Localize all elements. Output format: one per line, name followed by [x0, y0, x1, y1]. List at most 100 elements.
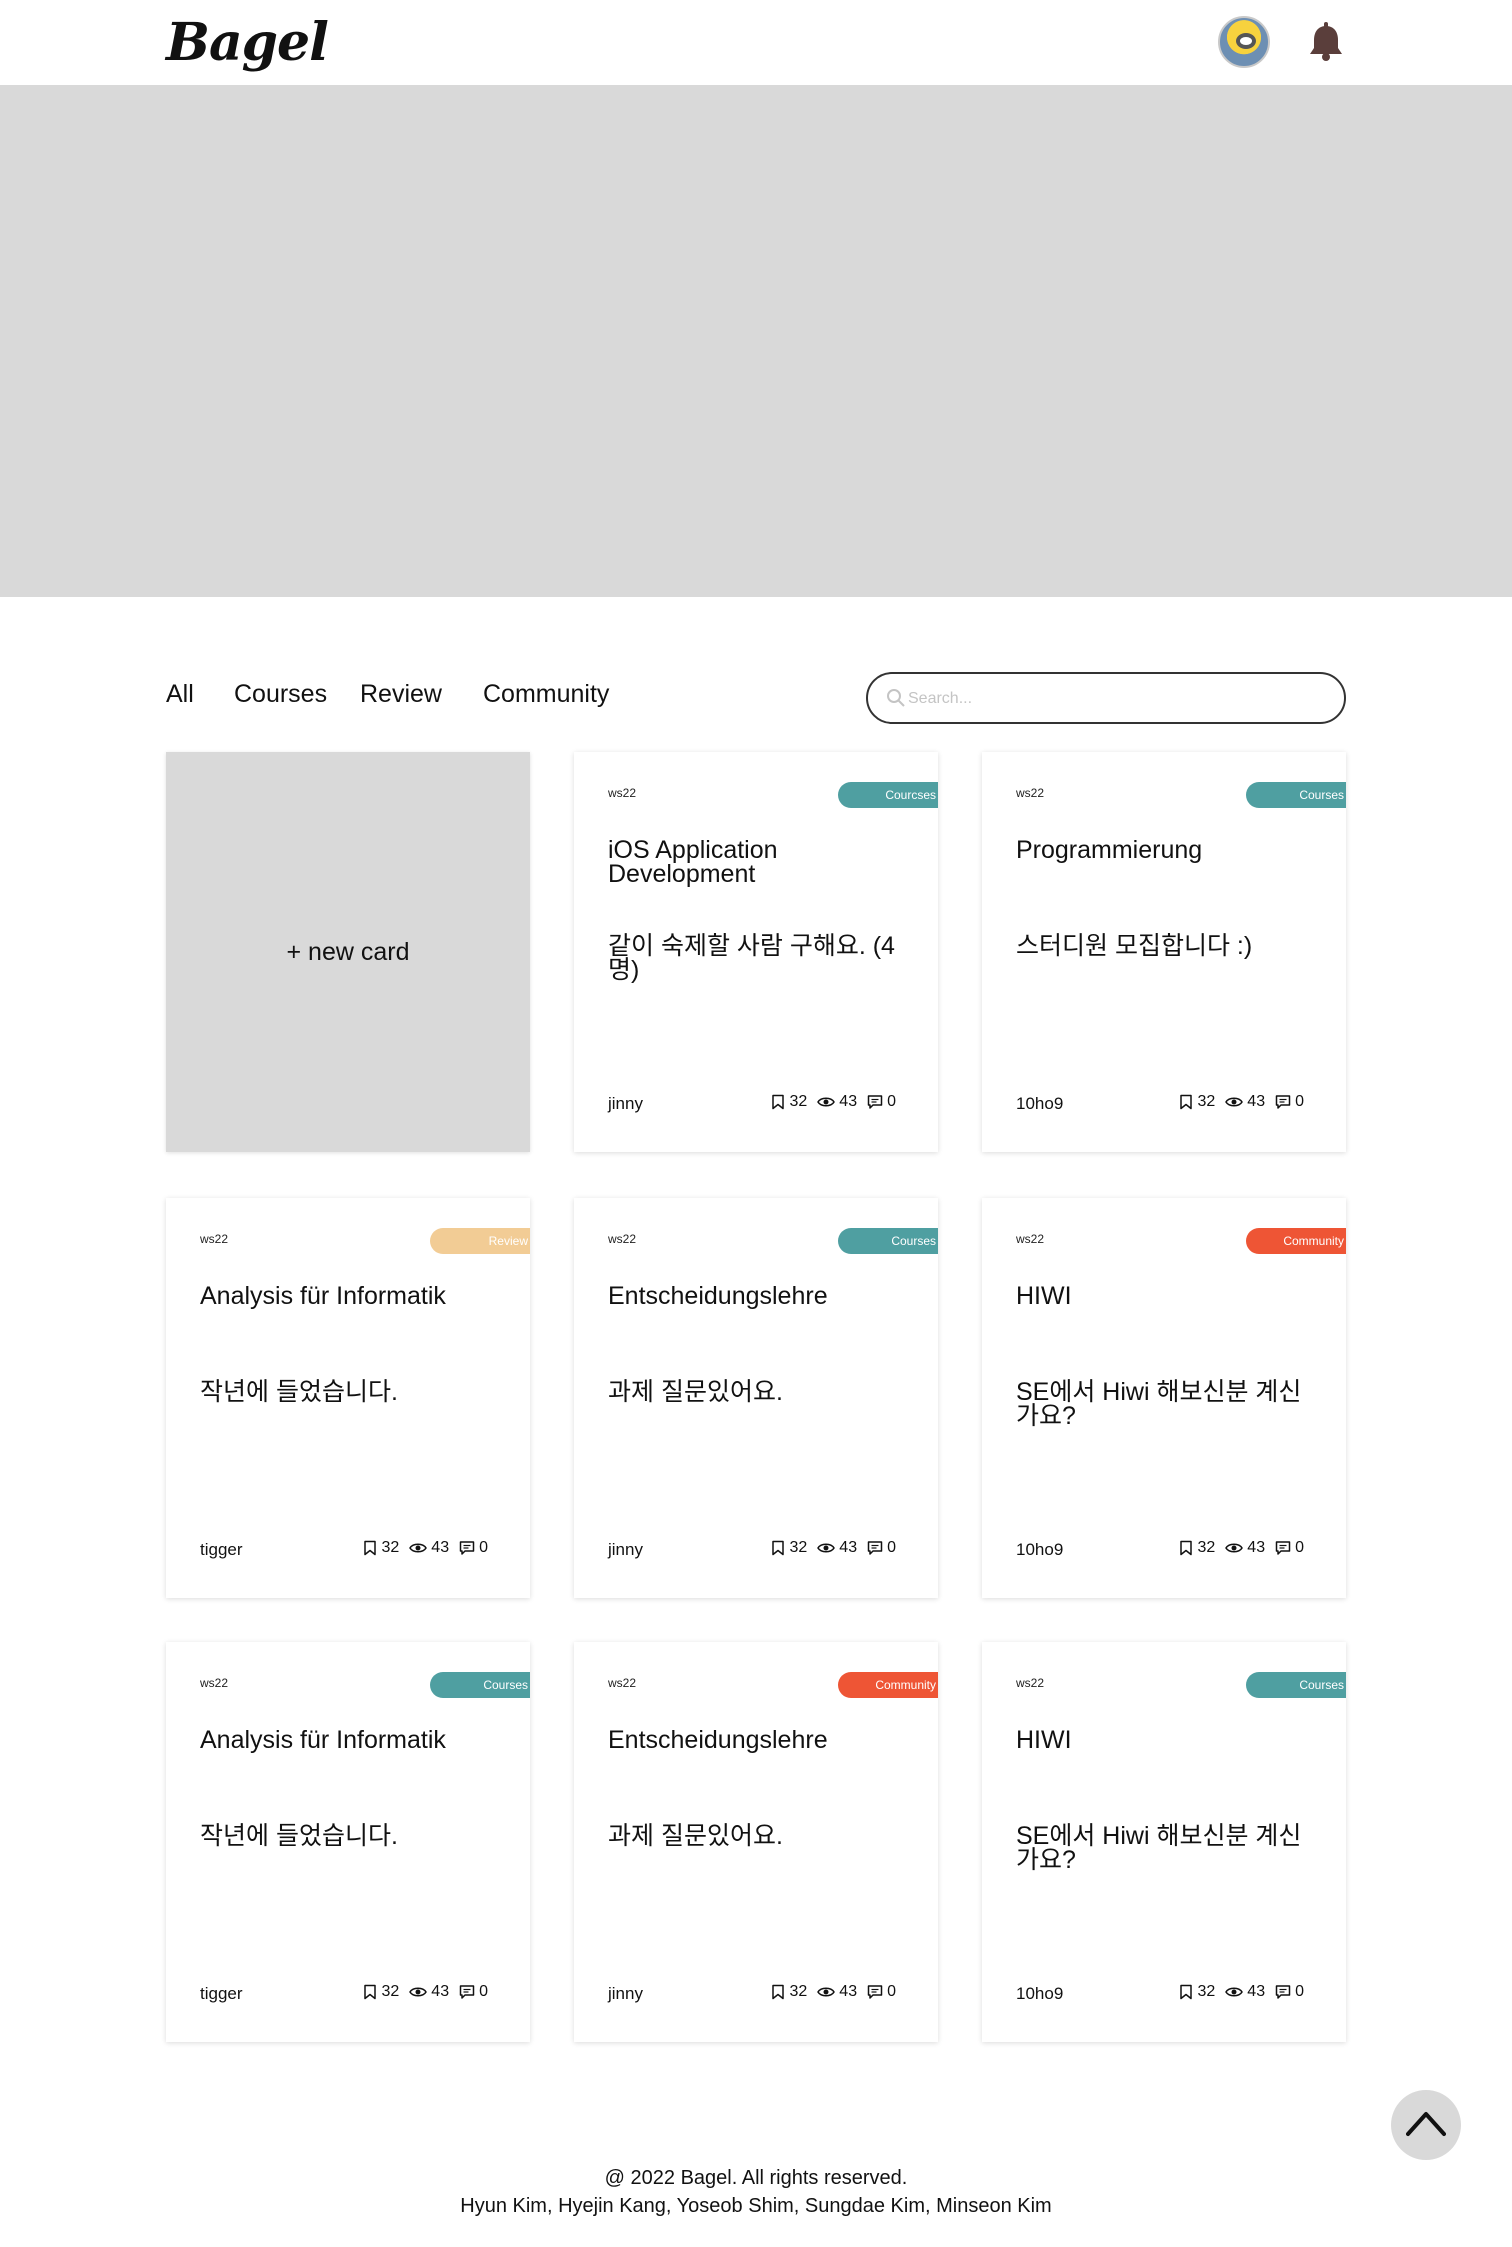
tab-all[interactable]: All: [166, 680, 194, 709]
authors-text: Hyun Kim, Hyejin Kang, Yoseob Shim, Sung…: [460, 2195, 1052, 2217]
post-card[interactable]: ws22 Community Entscheidungslehre 과제 질문있어요.…: [574, 1642, 938, 2042]
post-card[interactable]: ws22 Community HIWI SE에서 Hiwi 해보신분 계신가요? 10h…: [982, 1198, 1346, 1598]
card-term: ws22: [1016, 786, 1045, 800]
card-author: jinny: [608, 1540, 643, 1559]
comment-count: 0: [479, 1539, 488, 1556]
card-term: ws22: [200, 1232, 229, 1246]
bookmark-icon: [771, 1540, 784, 1556]
card-category-badge: Community: [1246, 1228, 1346, 1254]
card-term: ws22: [200, 1676, 229, 1690]
comment-count: 0: [887, 1093, 896, 1110]
copyright-text: @ 2022 Bagel. All rights reserved.: [604, 2167, 908, 2189]
view-count: 43: [1247, 1093, 1266, 1110]
eye-icon: [409, 1543, 428, 1553]
view-count: 43: [839, 1093, 858, 1110]
card-body: 과제 질문있어요.: [608, 1378, 783, 1406]
bookmark-count: 32: [1197, 1539, 1216, 1556]
card-title: Analysis für Informatik: [200, 1726, 446, 1754]
card-stats: 32 43 0: [770, 1093, 896, 1111]
card-body: SE에서 Hiwi 해보신분 계신가요?: [1016, 1378, 1302, 1430]
view-count: 43: [839, 1983, 858, 2000]
search-input[interactable]: [908, 684, 1328, 714]
bookmark-count: 32: [789, 1093, 808, 1110]
card-category-badge: Courses: [1246, 782, 1346, 808]
card-title: HIWI: [1016, 1726, 1072, 1754]
comment-icon: [1275, 1095, 1291, 1109]
bookmark-icon: [363, 1540, 376, 1556]
hero-banner: [0, 85, 1512, 597]
bookmark-count: 32: [381, 1539, 400, 1556]
tab-courses[interactable]: Courses: [234, 680, 327, 709]
card-author: 10ho9: [1016, 1540, 1064, 1559]
card-body: 같이 숙제할 사람 구해요. (4명): [608, 932, 895, 984]
comment-icon: [867, 1541, 883, 1555]
bookmark-icon: [1179, 1984, 1192, 2000]
post-card[interactable]: ws22 Courses Analysis für Informatik 작년에 들었…: [166, 1642, 530, 2042]
scroll-to-top-button[interactable]: [1391, 2090, 1461, 2160]
card-title: Entscheidungslehre: [608, 1726, 828, 1754]
bookmark-count: 32: [1197, 1983, 1216, 2000]
view-count: 43: [1247, 1539, 1266, 1556]
post-card[interactable]: ws22 Courcses iOS Application Development 같…: [574, 752, 938, 1152]
card-stats: 32 43 0: [1178, 1093, 1304, 1111]
search-icon: [887, 689, 905, 707]
card-stats: 32 43 0: [770, 1539, 896, 1557]
eye-icon: [1225, 1097, 1244, 1107]
post-card[interactable]: ws22 Courses Entscheidungslehre 과제 질문있어요. ji…: [574, 1198, 938, 1598]
card-category-badge: Courses: [430, 1672, 530, 1698]
view-count: 43: [1247, 1983, 1266, 2000]
comment-count: 0: [887, 1539, 896, 1556]
post-card[interactable]: ws22 Courses HIWI SE에서 Hiwi 해보신분 계신가요? 10ho9…: [982, 1642, 1346, 2042]
user-avatar[interactable]: [1218, 16, 1270, 68]
post-card[interactable]: ws22 Courses Programmierung 스터디원 모집합니다 :) 10…: [982, 752, 1346, 1152]
avatar-goggle: [1236, 33, 1256, 49]
comment-icon: [459, 1985, 475, 1999]
comment-count: 0: [479, 1983, 488, 2000]
comment-count: 0: [1295, 1983, 1304, 2000]
bookmark-count: 32: [789, 1539, 808, 1556]
new-card-button[interactable]: + new card: [166, 752, 530, 1152]
comment-icon: [1275, 1985, 1291, 1999]
card-stats: 32 43 0: [362, 1539, 488, 1557]
card-term: ws22: [608, 786, 637, 800]
bell-icon[interactable]: [1308, 22, 1344, 62]
tab-community[interactable]: Community: [483, 680, 609, 709]
eye-icon: [817, 1987, 836, 1997]
card-stats: 32 43 0: [770, 1983, 896, 2001]
view-count: 43: [431, 1539, 450, 1556]
card-category-badge: Community: [838, 1672, 938, 1698]
comment-count: 0: [1295, 1539, 1304, 1556]
card-term: ws22: [608, 1676, 637, 1690]
tab-review[interactable]: Review: [360, 680, 442, 709]
eye-icon: [817, 1097, 836, 1107]
card-title: HIWI: [1016, 1282, 1072, 1310]
eye-icon: [409, 1987, 428, 1997]
card-author: 10ho9: [1016, 1094, 1064, 1113]
card-title: iOS Application Development: [608, 836, 778, 888]
bookmark-icon: [1179, 1094, 1192, 1110]
bookmark-icon: [363, 1984, 376, 2000]
card-title: Programmierung: [1016, 836, 1203, 864]
comment-count: 0: [1295, 1093, 1304, 1110]
bookmark-icon: [771, 1984, 784, 2000]
card-author: jinny: [608, 1094, 643, 1113]
card-body: SE에서 Hiwi 해보신분 계신가요?: [1016, 1822, 1302, 1874]
view-count: 43: [431, 1983, 450, 2000]
comment-icon: [459, 1541, 475, 1555]
post-card[interactable]: ws22 Review Analysis für Informatik 작년에 들었습…: [166, 1198, 530, 1598]
card-stats: 32 43 0: [1178, 1539, 1304, 1557]
logo[interactable]: Bagel: [166, 12, 329, 73]
card-title: Analysis für Informatik: [200, 1282, 446, 1310]
bookmark-count: 32: [1197, 1093, 1216, 1110]
comment-icon: [1275, 1541, 1291, 1555]
card-author: jinny: [608, 1984, 643, 2003]
comment-count: 0: [887, 1983, 896, 2000]
bookmark-count: 32: [789, 1983, 808, 2000]
eye-icon: [1225, 1987, 1244, 1997]
card-category-badge: Courses: [838, 1228, 938, 1254]
card-body: 스터디원 모집합니다 :): [1016, 932, 1253, 960]
card-author: tigger: [200, 1984, 243, 2003]
search-bar[interactable]: [866, 672, 1346, 724]
eye-icon: [1225, 1543, 1244, 1553]
chevron-up-icon: [1406, 2112, 1446, 2136]
